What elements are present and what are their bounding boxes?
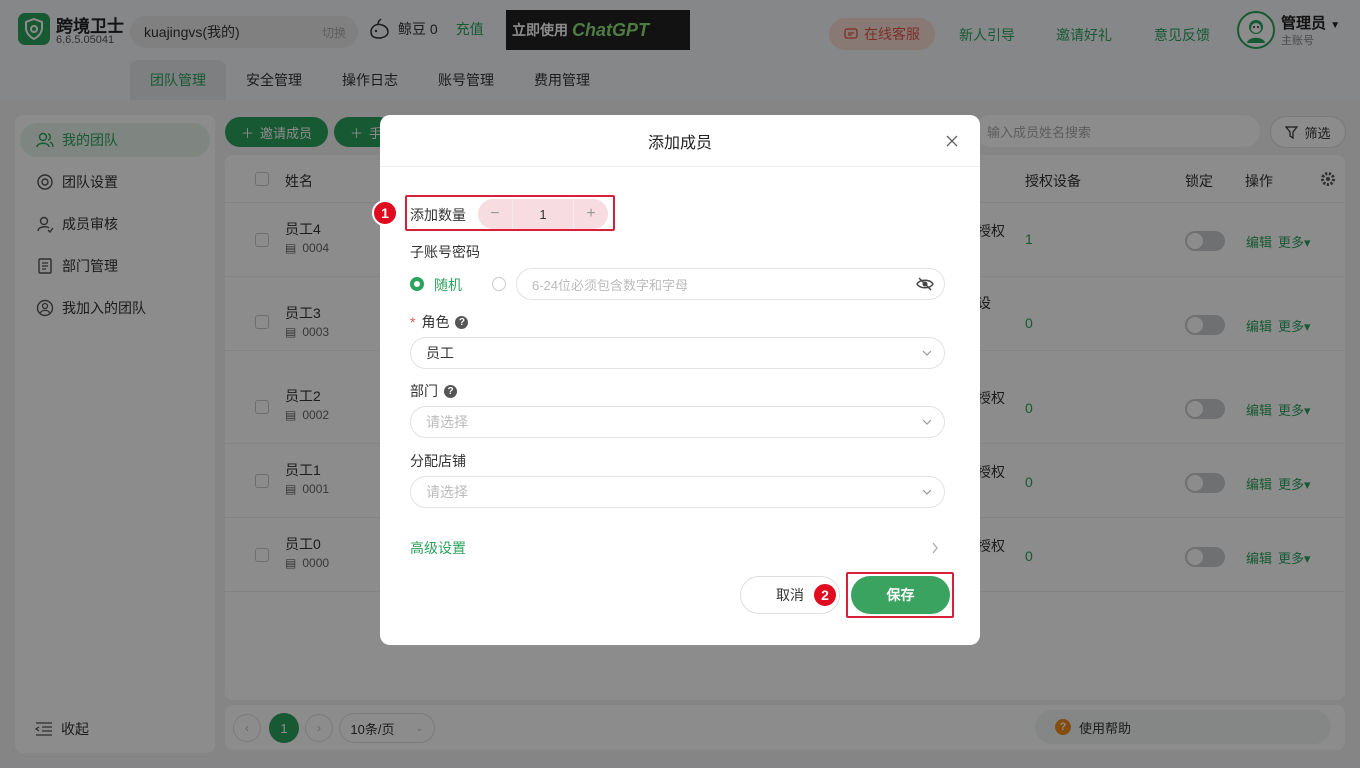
eye-off-icon[interactable]: [916, 277, 934, 291]
plus-icon: +: [586, 205, 596, 222]
advanced-settings-link[interactable]: 高级设置: [410, 538, 466, 558]
role-value: 员工: [426, 345, 454, 361]
role-select[interactable]: 员工: [410, 337, 945, 369]
dialog-title: 添加成员: [380, 115, 980, 167]
shop-placeholder: 请选择: [426, 484, 468, 500]
chevron-down-icon: [922, 350, 932, 356]
step-1-badge: 1: [372, 200, 398, 226]
quantity-label: 添加数量: [410, 207, 466, 223]
save-button[interactable]: 保存: [851, 576, 950, 614]
chevron-right-icon[interactable]: [931, 542, 939, 554]
add-member-dialog: 添加成员 添加数量 − 1 + 1 子账号密码 随机 6-24位必须包含数字和字…: [372, 115, 980, 645]
minus-icon: −: [490, 205, 500, 222]
dept-placeholder: 请选择: [426, 414, 468, 430]
quantity-value[interactable]: 1: [512, 199, 574, 229]
password-input[interactable]: 6-24位必须包含数字和字母: [516, 268, 945, 300]
role-label-text: 角色: [421, 314, 450, 330]
shop-select[interactable]: 请选择: [410, 476, 945, 508]
chevron-down-icon: [922, 419, 932, 425]
role-label: * 角色?: [410, 312, 469, 332]
quantity-stepper[interactable]: − 1 +: [478, 199, 608, 229]
random-label[interactable]: 随机: [434, 275, 462, 295]
dept-label: 部门?: [410, 381, 457, 401]
password-placeholder: 6-24位必须包含数字和字母: [532, 277, 689, 293]
shop-label: 分配店铺: [410, 453, 466, 469]
step-2-badge: 2: [812, 582, 838, 608]
required-mark: *: [410, 314, 416, 330]
increment-button[interactable]: +: [574, 199, 608, 229]
help-icon: ?: [455, 315, 469, 329]
password-label: 子账号密码: [410, 244, 480, 260]
random-radio[interactable]: [410, 277, 424, 291]
decrement-button[interactable]: −: [478, 199, 512, 229]
dept-select[interactable]: 请选择: [410, 406, 945, 438]
chevron-down-icon: [922, 489, 932, 495]
dept-label-text: 部门: [410, 383, 438, 399]
close-icon[interactable]: [944, 133, 960, 149]
custom-password-radio[interactable]: [492, 277, 506, 291]
help-icon: ?: [444, 384, 457, 398]
